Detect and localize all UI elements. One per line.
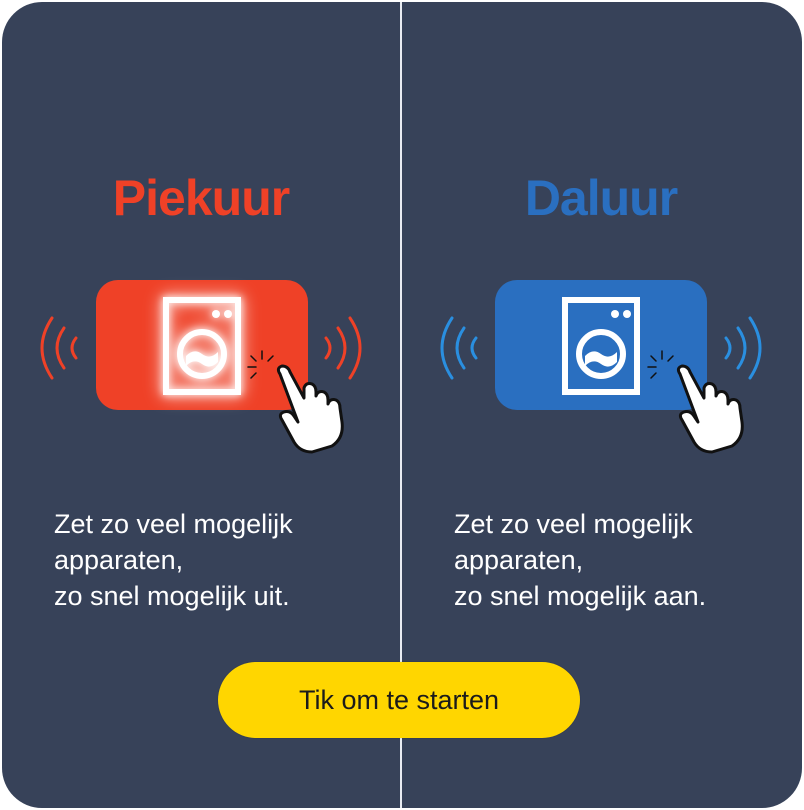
peak-title: Piekuur — [112, 170, 290, 226]
offpeak-title: Daluur — [524, 170, 678, 226]
offpeak-description-line: apparaten, — [454, 545, 584, 575]
peak-description-line: Zet zo veel mogelijk — [54, 509, 293, 539]
pointing-hand-icon — [676, 364, 744, 454]
washing-machine-icon — [562, 297, 640, 395]
game-card: Piekuur Zet zo veel mogelijk apparaten, … — [2, 2, 802, 808]
washing-machine-icon — [163, 297, 241, 395]
offpeak-description: Zet zo veel mogelijk apparaten, zo snel … — [454, 506, 794, 614]
offpeak-description-line: zo snel mogelijk aan. — [454, 581, 707, 611]
start-button[interactable]: Tik om te starten — [218, 662, 580, 738]
peak-description-line: apparaten, — [54, 545, 184, 575]
signal-waves-left-icon — [440, 316, 478, 380]
peak-description: Zet zo veel mogelijk apparaten, zo snel … — [54, 506, 394, 614]
peak-description-line: zo snel mogelijk uit. — [54, 581, 290, 611]
offpeak-description-line: Zet zo veel mogelijk — [454, 509, 693, 539]
signal-waves-left-icon — [40, 316, 78, 380]
pointing-hand-icon — [276, 364, 344, 454]
